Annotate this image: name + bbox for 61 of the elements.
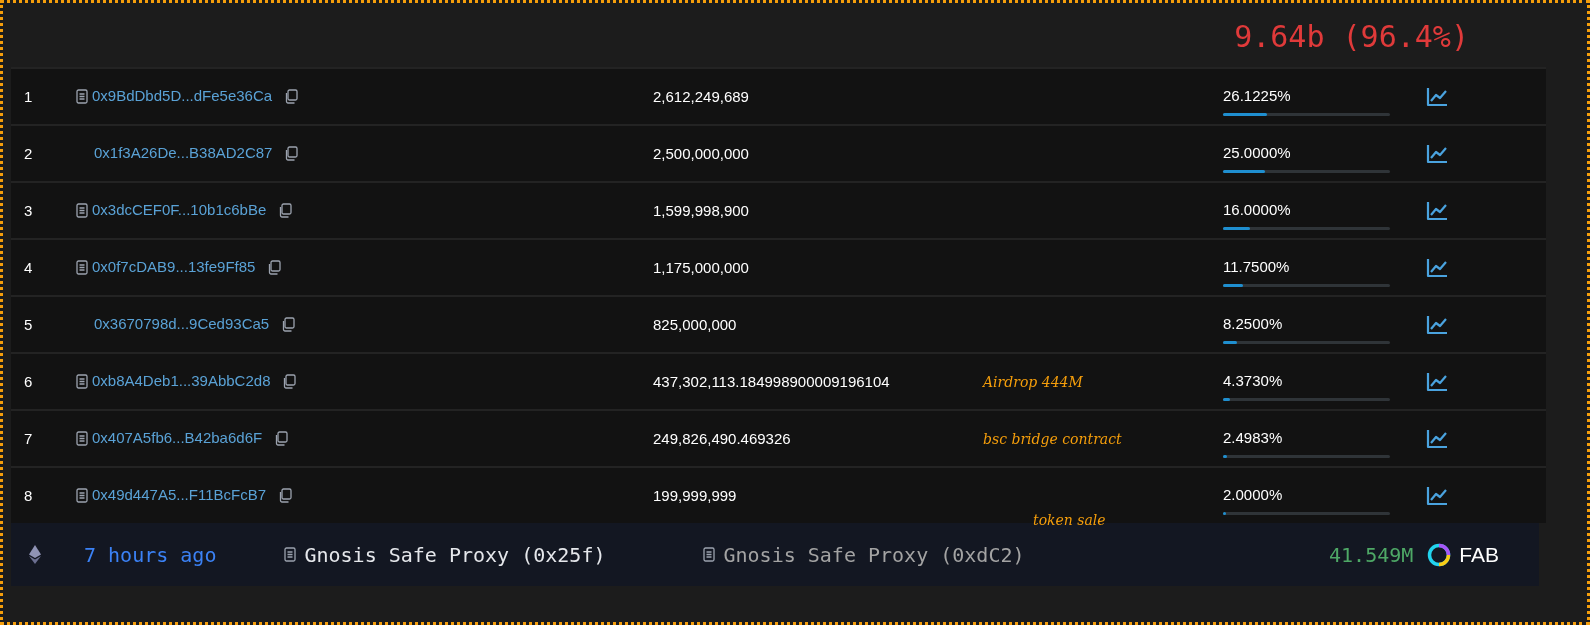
quantity-text: 249,826,490.469326 [653,429,791,447]
percentage-text: 4.3730% [1223,370,1284,391]
quantity-text: 199,999,999 [653,486,737,504]
rank-text: 8 [24,486,33,504]
copy-icon[interactable] [267,260,282,275]
address-link[interactable]: 0x3dcCEF0F...10b1c6bBe [92,199,267,222]
amount-text: 41.549M [1329,541,1414,569]
time-text: 7 hours ago [84,541,217,569]
rank-text: 7 [24,429,33,447]
address-link[interactable]: 0x407A5fb6...B42ba6d6F [92,427,263,450]
copy-icon[interactable] [278,488,292,503]
copy-icon[interactable] [284,146,299,161]
address-link[interactable]: 0xb8A4Deb1...39AbbC2d8 [92,370,271,393]
quantity-text: 2,612,249,689 [653,87,749,105]
address-link[interactable]: 0x1f3A26De...B38AD2C87 [94,142,273,165]
copy-icon[interactable] [274,431,289,446]
percentage-text: 2.0000% [1223,484,1284,505]
percentage-text: 25.0000% [1223,142,1292,163]
token-symbol: FAB [1459,541,1499,568]
address-link[interactable]: 0x0f7cDAB9...13fe9Ff85 [92,256,256,279]
chart-icon[interactable] [1426,314,1448,335]
percentage-text: 8.2500% [1223,313,1284,334]
copy-icon[interactable] [281,317,296,332]
quantity-text: 825,000,000 [653,315,737,333]
rank-text: 6 [24,372,33,390]
handwritten-note: bsc bridge contract [983,430,1122,447]
address-link[interactable]: 0x49d447A5...F11BcFcB7 [92,484,266,507]
percentage-text: 26.1225% [1223,85,1292,106]
rank-text: 2 [24,144,33,162]
chart-icon[interactable] [1426,371,1448,392]
rank-text: 1 [24,87,33,105]
handwritten-note: token sale [1033,511,1106,530]
from-address[interactable]: Gnosis Safe Proxy (0x25f) [304,539,606,570]
address-link[interactable]: 0x9BdDbd5D...dFe5e36Ca [92,85,273,108]
copy-icon[interactable] [282,374,297,389]
copy-icon[interactable] [278,203,293,218]
chart-icon[interactable] [1426,86,1448,107]
address-link[interactable]: 0x3670798d...9Ced93Ca5 [94,313,270,336]
chart-icon[interactable] [1426,485,1448,506]
percentage-text: 11.7500% [1223,256,1291,277]
chart-icon[interactable] [1426,257,1448,278]
quantity-text: 437,302,113.184998900009196104 [653,372,890,390]
ethereum-icon [29,545,41,564]
handwritten-note: Airdrop 444M [983,373,1083,390]
percentage-text: 2.4983% [1223,427,1284,448]
chart-icon[interactable] [1426,428,1448,449]
rank-text: 5 [24,315,33,333]
quantity-text: 2,500,000,000 [653,144,749,162]
copy-icon[interactable] [284,89,299,104]
quantity-text: 1,599,998,900 [653,201,749,219]
summary-total: 9.64b (96.4%) [1234,18,1469,56]
chart-icon[interactable] [1426,143,1448,164]
rank-text: 4 [24,258,33,276]
rank-text: 3 [24,201,33,219]
document-icon [703,547,716,562]
document-icon [284,547,297,562]
token-logo-icon [1427,542,1452,567]
percentage-text: 16.0000% [1223,199,1292,220]
quantity-text: 1,175,000,000 [653,258,749,276]
to-address[interactable]: Gnosis Safe Proxy (0xdC2) [723,539,1025,570]
chart-icon[interactable] [1426,200,1448,221]
